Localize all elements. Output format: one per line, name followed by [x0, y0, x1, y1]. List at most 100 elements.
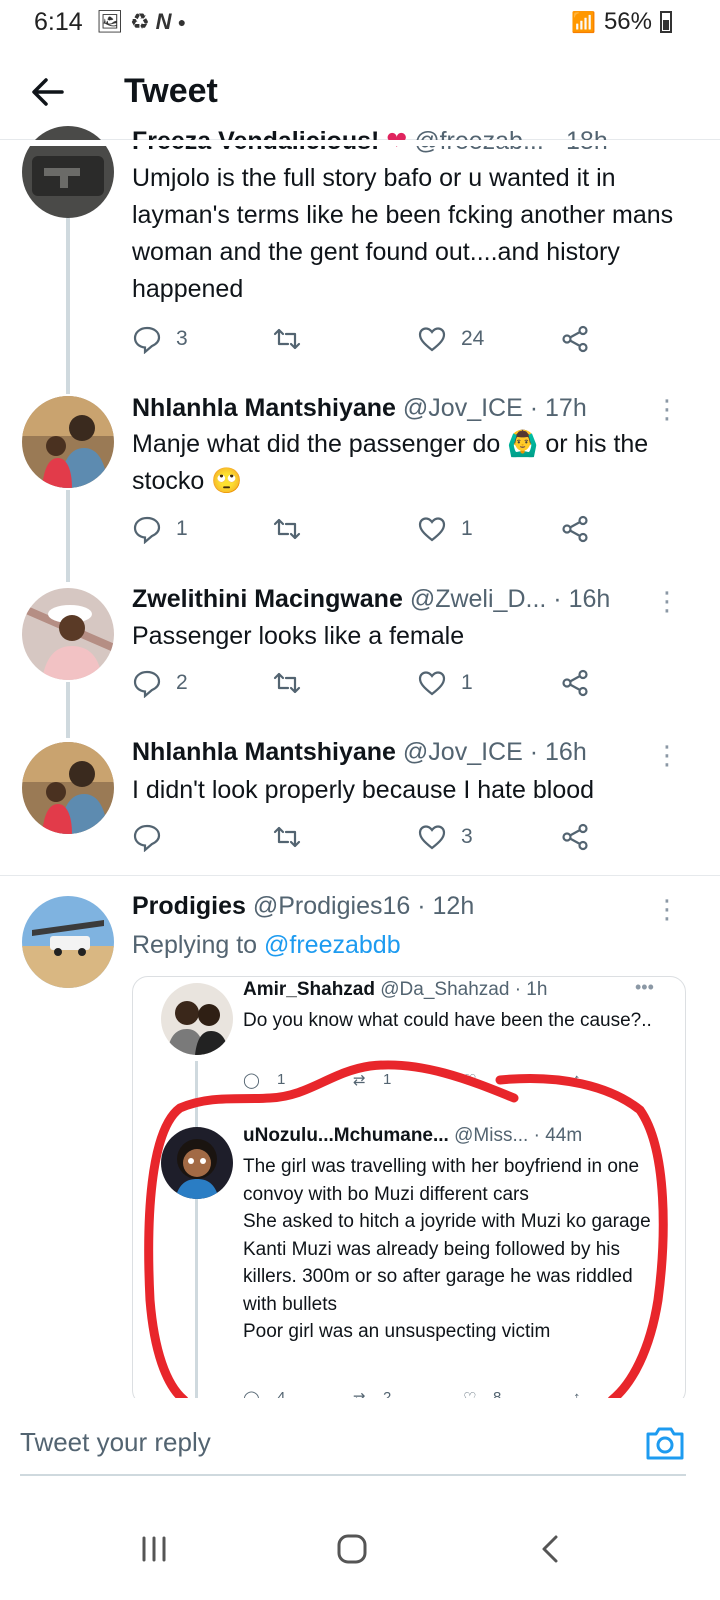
eye-roll-emoji-icon: 🙄	[211, 467, 243, 495]
home-button[interactable]	[292, 1498, 412, 1600]
heart-icon	[418, 327, 446, 352]
reply-icon: ◯	[243, 1072, 260, 1089]
reply-button[interactable]: 2	[132, 668, 188, 698]
reply-composer	[0, 1398, 720, 1498]
handle[interactable]: @Jov_ICE	[403, 738, 523, 766]
back-nav-button[interactable]	[490, 1498, 610, 1600]
retweet-button[interactable]	[272, 514, 302, 544]
reply-count: 1	[277, 1071, 286, 1088]
facepalm-emoji-icon: 🙆‍♂️	[507, 430, 539, 458]
recent-apps-icon	[142, 1536, 166, 1562]
recent-apps-button[interactable]	[94, 1498, 214, 1600]
camera-icon	[646, 1427, 684, 1460]
tweet-header: Zwelithini Macingwane @Zweli_D... · 16h	[132, 585, 610, 614]
tweet-actions: 2 1	[132, 668, 612, 704]
tweet-header: Prodigies @Prodigies16 · 12h	[132, 892, 474, 921]
reply-icon	[133, 670, 161, 698]
retweet-button[interactable]	[272, 822, 302, 852]
timestamp: · 1h	[514, 979, 548, 1000]
attached-image[interactable]: Amir_Shahzad @Da_Shahzad · 1h ••• Do you…	[132, 976, 686, 1406]
heart-icon: ♡	[463, 1072, 477, 1089]
replying-to: Replying to @freezabdb	[132, 931, 401, 960]
display-name[interactable]: Prodigies	[132, 892, 246, 920]
retweet-count: 1	[383, 1071, 392, 1088]
reply-button[interactable]: 3	[132, 324, 188, 354]
more-options-icon[interactable]: ⋮	[654, 396, 680, 422]
tweet-text-part: Manje what did the passenger do	[132, 430, 501, 458]
more-options-icon[interactable]: ⋮	[654, 742, 680, 768]
share-icon	[562, 669, 588, 697]
replying-to-label: Replying to	[132, 931, 258, 959]
share-button[interactable]	[560, 324, 590, 354]
like-button[interactable]: 1	[417, 514, 473, 544]
avatar[interactable]	[22, 896, 114, 988]
reply-underline	[20, 1474, 686, 1476]
handle[interactable]: @Zweli_D...	[410, 585, 547, 613]
reply-input[interactable]	[20, 1422, 580, 1462]
heart-icon	[418, 517, 446, 542]
tweet-text: Passenger looks like a female	[132, 622, 465, 650]
app-notification-icon: N	[155, 9, 172, 34]
quoted-tweet-header: uNozulu...Mchumane... @Miss... · 44m	[243, 1125, 582, 1147]
avatar[interactable]	[22, 396, 114, 488]
share-button[interactable]	[560, 514, 590, 544]
like-button[interactable]: 1	[417, 668, 473, 698]
wifi-icon: 📶	[571, 11, 596, 34]
quoted-tweet-actions: ◯ 1 ⇄ 1 ♡ ↑	[243, 1071, 603, 1091]
header-clip	[0, 140, 720, 146]
quoted-tweet-line: Poor girl was an unsuspecting victim	[243, 1321, 551, 1342]
timestamp: · 44m	[533, 1125, 583, 1146]
more-options-icon[interactable]: ⋮	[654, 896, 680, 922]
quoted-tweet-line: Kanti Muzi was already being followed by…	[243, 1238, 633, 1315]
display-name[interactable]: Nhlanhla Mantshiyane	[132, 738, 396, 766]
like-button[interactable]: 24	[417, 324, 484, 354]
status-bar: 6:14 🖼 ♻ N ● 📶 56%	[0, 0, 720, 46]
reply-count: 3	[176, 327, 188, 350]
share-button[interactable]	[560, 668, 590, 698]
status-time: 6:14	[34, 8, 83, 36]
thread-connector	[66, 682, 70, 738]
arrow-left-icon	[32, 78, 64, 106]
reply-button[interactable]: 1	[132, 514, 188, 544]
tweet-text: Manje what did the passenger do 🙆‍♂️ or …	[132, 426, 692, 500]
reply-button[interactable]	[132, 822, 162, 852]
handle[interactable]: @Jov_ICE	[403, 394, 523, 422]
system-status: 📶 56%	[571, 8, 672, 36]
divider	[0, 875, 720, 876]
quoted-tweet-line: The girl was travelling with her boyfrie…	[243, 1156, 640, 1205]
display-name: uNozulu...Mchumane...	[243, 1125, 449, 1146]
more-options-icon[interactable]: ⋮	[654, 588, 680, 614]
more-notifications-dot-icon: ●	[177, 14, 187, 30]
avatar-image	[22, 396, 114, 488]
handle[interactable]: @Prodigies16	[253, 892, 410, 920]
avatar-image	[22, 742, 114, 834]
retweet-icon	[273, 518, 301, 540]
display-name: Amir_Shahzad	[243, 979, 375, 1000]
back-button[interactable]	[28, 72, 68, 112]
quoted-tweet-text: Do you know what could have been the cau…	[243, 1010, 652, 1031]
display-name[interactable]: Zwelithini Macingwane	[132, 585, 403, 613]
tweet-header: Nhlanhla Mantshiyane @Jov_ICE · 17h	[132, 394, 587, 423]
like-button[interactable]: 3	[417, 822, 473, 852]
avatar[interactable]	[22, 588, 114, 680]
avatar	[161, 983, 233, 1055]
quoted-tweet-header: Amir_Shahzad @Da_Shahzad · 1h	[243, 979, 547, 1001]
avatar-image	[22, 896, 114, 988]
heart-icon	[418, 825, 446, 850]
display-name[interactable]: Nhlanhla Mantshiyane	[132, 394, 396, 422]
gallery-notification-icon: 🖼	[96, 9, 124, 34]
avatar[interactable]	[22, 742, 114, 834]
camera-button[interactable]	[644, 1424, 686, 1462]
retweet-icon	[273, 826, 301, 848]
share-button[interactable]	[560, 822, 590, 852]
retweet-button[interactable]	[272, 668, 302, 698]
tweet-actions: 3 24	[132, 324, 612, 360]
retweet-button[interactable]	[272, 324, 302, 354]
tweet-actions: 3	[132, 822, 612, 858]
sync-notification-icon: ♻	[129, 9, 150, 34]
chevron-left-icon	[542, 1535, 558, 1563]
replying-to-handle[interactable]: @freezabdb	[264, 931, 401, 959]
share-icon: ↑	[573, 1071, 581, 1088]
handle: @Da_Shahzad	[380, 979, 510, 1000]
reply-icon	[133, 326, 161, 354]
